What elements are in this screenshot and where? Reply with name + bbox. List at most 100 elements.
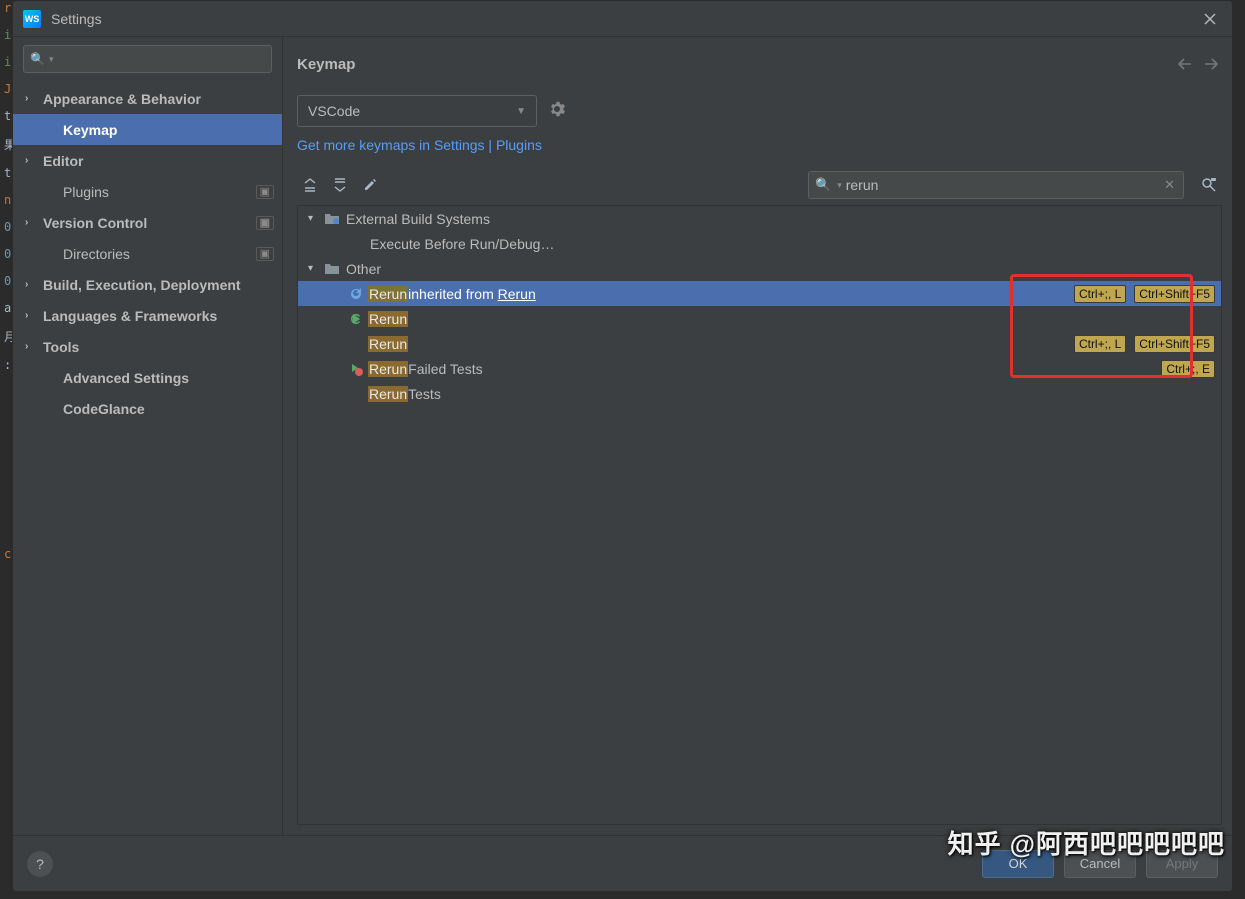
back-icon[interactable] (1174, 53, 1196, 75)
app-icon: WS (23, 10, 41, 28)
close-icon[interactable] (1198, 7, 1222, 31)
sidebar-item[interactable]: Plugins ▣ (13, 176, 282, 207)
action-highlight: Rerun (368, 286, 408, 302)
tree-action[interactable]: Rerun Tests (298, 381, 1221, 406)
shortcut-badge: Ctrl+;, L (1074, 285, 1126, 303)
expand-all-icon[interactable] (297, 172, 323, 198)
get-keymaps-link[interactable]: Get more keymaps in Settings | Plugins (297, 137, 1222, 153)
sidebar-item-label: Editor (43, 153, 83, 169)
sidebar-item-label: Tools (43, 339, 79, 355)
page-title: Keymap (297, 56, 1170, 73)
sidebar-item[interactable]: › Languages & Frameworks (13, 300, 282, 331)
shortcut-badge: Ctrl+Shift+F5 (1134, 335, 1215, 353)
find-shortcut-icon[interactable] (1196, 172, 1222, 198)
shortcut-group: Ctrl+;, L Ctrl+Shift+F5 (1074, 335, 1215, 353)
rerun-green-icon (348, 311, 364, 327)
forward-icon[interactable] (1200, 53, 1222, 75)
apply-button[interactable]: Apply (1146, 850, 1218, 878)
action-label: Execute Before Run/Debug… (370, 236, 554, 252)
titlebar: WS Settings (13, 1, 1232, 37)
sidebar-item-label: Version Control (43, 215, 147, 231)
collapse-all-icon[interactable] (327, 172, 353, 198)
sidebar-item[interactable]: › Build, Execution, Deployment (13, 269, 282, 300)
project-badge-icon: ▣ (256, 216, 274, 230)
action-highlight: Rerun (368, 361, 408, 377)
collapse-icon[interactable]: ▾ (308, 263, 324, 274)
sidebar-search-input[interactable] (55, 52, 265, 67)
sidebar-item-label: Appearance & Behavior (43, 91, 201, 107)
chevron-right-icon: › (25, 217, 39, 228)
shortcut-badge: Ctrl+;, L (1074, 335, 1126, 353)
shortcut-group: Ctrl+;, E (1161, 360, 1215, 378)
tree-group[interactable]: ▾ External Build Systems (298, 206, 1221, 231)
sidebar-search[interactable]: 🔍 ▾ (23, 45, 272, 73)
clear-icon[interactable]: ✕ (1162, 177, 1177, 193)
tree-action[interactable]: Rerun (298, 306, 1221, 331)
window-title: Settings (51, 11, 1198, 27)
sidebar-item-label: Languages & Frameworks (43, 308, 217, 324)
help-icon[interactable]: ? (27, 851, 53, 877)
search-icon: 🔍 (815, 177, 831, 193)
main-panel: Keymap VSCode ▼ Get more keymaps in Sett… (283, 37, 1232, 835)
chevron-right-icon: › (25, 310, 39, 321)
shortcut-badge: Ctrl+;, E (1161, 360, 1215, 378)
blank-icon (348, 386, 364, 402)
action-suffix: Failed Tests (408, 361, 482, 377)
action-search[interactable]: 🔍 ▾ ✕ (808, 171, 1184, 199)
sidebar-item-label: Keymap (63, 122, 117, 138)
collapse-icon[interactable]: ▾ (308, 213, 324, 224)
dialog-footer: ? OK Cancel Apply (13, 835, 1232, 891)
group-label: Other (346, 261, 381, 277)
action-highlight: Rerun (368, 386, 408, 402)
refresh-icon (348, 286, 364, 302)
keymap-select[interactable]: VSCode ▼ (297, 95, 537, 127)
keymap-selected-value: VSCode (308, 103, 360, 119)
action-search-input[interactable] (846, 177, 1162, 193)
project-badge-icon: ▣ (256, 185, 274, 199)
search-icon: 🔍 (30, 52, 45, 66)
sidebar-item-label: Advanced Settings (63, 370, 189, 386)
sidebar-item-label: Build, Execution, Deployment (43, 277, 241, 293)
sidebar-item[interactable]: Directories ▣ (13, 238, 282, 269)
group-label: External Build Systems (346, 211, 490, 227)
project-badge-icon: ▣ (256, 247, 274, 261)
action-highlight: Rerun (368, 311, 408, 327)
action-suffix: Tests (408, 386, 441, 402)
tree-action[interactable]: Rerun Failed Tests Ctrl+;, E (298, 356, 1221, 381)
sidebar-item[interactable]: Advanced Settings (13, 362, 282, 393)
sidebar-item[interactable]: › Appearance & Behavior (13, 83, 282, 114)
edit-icon[interactable] (357, 172, 383, 198)
folder-icon (324, 262, 340, 276)
action-tree[interactable]: ▾ External Build Systems Execute Before … (297, 205, 1222, 825)
sidebar-item[interactable]: › Version Control ▣ (13, 207, 282, 238)
action-highlight: Rerun (368, 336, 408, 352)
cancel-button[interactable]: Cancel (1064, 850, 1136, 878)
chevron-down-icon: ▼ (516, 106, 526, 117)
chevron-right-icon: › (25, 279, 39, 290)
chevron-right-icon: › (25, 93, 39, 104)
gear-icon[interactable] (549, 101, 565, 122)
sidebar-item-label: Plugins (63, 184, 109, 200)
action-inherited: inherited from Rerun (408, 286, 536, 302)
chevron-right-icon: › (25, 155, 39, 166)
shortcut-group: Ctrl+;, L Ctrl+Shift+F5 (1074, 285, 1215, 303)
chevron-right-icon: › (25, 341, 39, 352)
settings-sidebar: 🔍 ▾ › Appearance & Behavior Keymap › Editor P… (13, 37, 283, 835)
rerun-fail-icon (348, 361, 364, 377)
blank-icon (348, 336, 364, 352)
sidebar-item[interactable]: CodeGlance (13, 393, 282, 424)
chevron-down-icon: ▾ (837, 180, 842, 191)
tree-action[interactable]: Rerun inherited from RerunCtrl+;, LCtrl+… (298, 281, 1221, 306)
sidebar-item[interactable]: › Editor (13, 145, 282, 176)
chevron-down-icon: ▾ (49, 54, 54, 65)
tree-group[interactable]: ▾ Other (298, 256, 1221, 281)
tree-action[interactable]: Rerun Ctrl+;, L Ctrl+Shift+F5 (298, 331, 1221, 356)
sidebar-item[interactable]: › Tools (13, 331, 282, 362)
tree-action[interactable]: Execute Before Run/Debug… (298, 231, 1221, 256)
sidebar-item[interactable]: Keymap (13, 114, 282, 145)
settings-dialog: WS Settings 🔍 ▾ › Appearance & Behavior Ke… (12, 0, 1233, 892)
shortcut-badge: Ctrl+Shift+F5 (1134, 285, 1215, 303)
folder-icon (324, 212, 340, 226)
ok-button[interactable]: OK (982, 850, 1054, 878)
sidebar-item-label: Directories (63, 246, 130, 262)
